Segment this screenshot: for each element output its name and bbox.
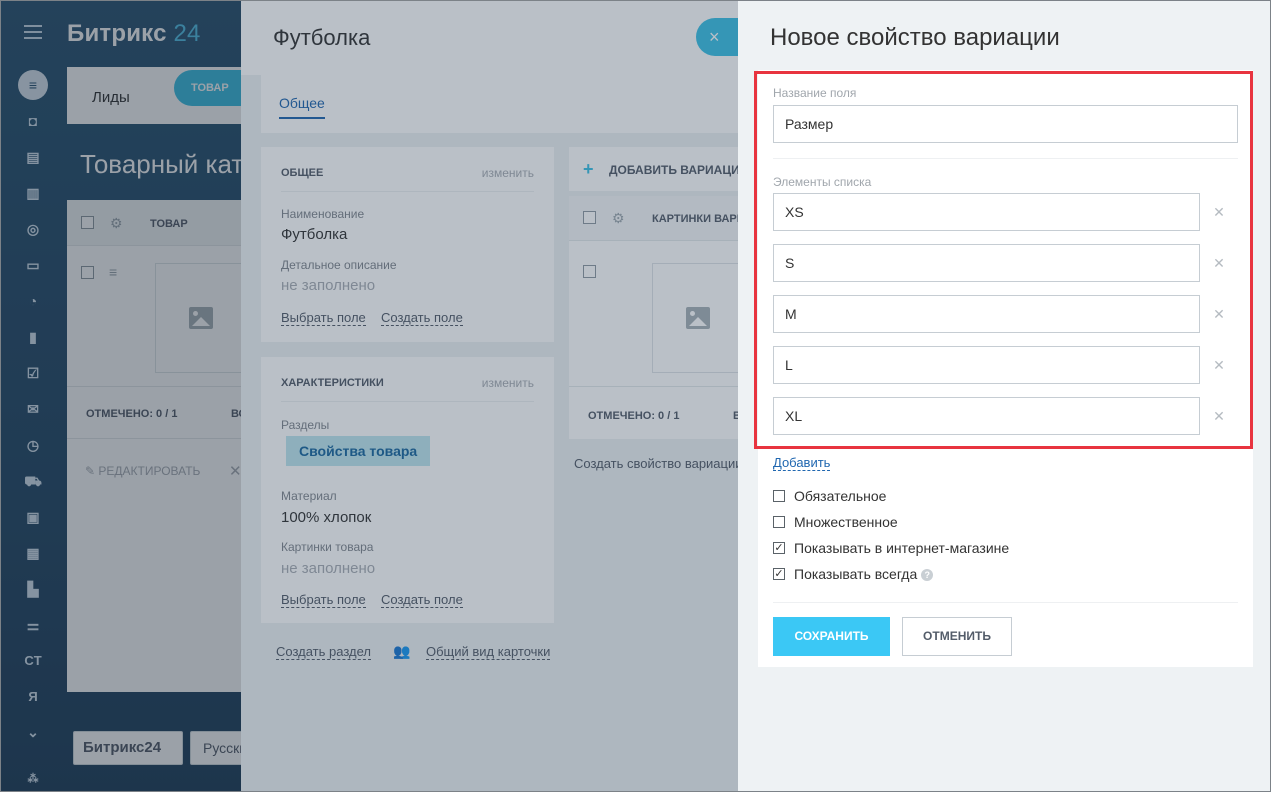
show-in-shop-checkbox[interactable]: ✓: [773, 542, 785, 554]
remove-item-icon[interactable]: ✕: [1212, 409, 1226, 423]
checkbox-label: Обязательное: [794, 488, 887, 504]
remove-item-icon[interactable]: ✕: [1212, 205, 1226, 219]
list-item-input-xs[interactable]: [773, 193, 1200, 231]
checkbox-label-wrap: Показывать всегда?: [794, 566, 934, 582]
multiple-checkbox[interactable]: [773, 516, 785, 528]
list-item-input-l[interactable]: [773, 346, 1200, 384]
list-item-input-m[interactable]: [773, 295, 1200, 333]
checkbox-label: Показывать в интернет-магазине: [794, 540, 1010, 556]
field-name-label: Название поля: [773, 86, 857, 100]
remove-item-icon[interactable]: ✕: [1212, 358, 1226, 372]
remove-item-icon[interactable]: ✕: [1212, 307, 1226, 321]
property-form: Название поля Элементы списка ✕ ✕ ✕ ✕ ✕ …: [758, 70, 1253, 667]
property-slider: Новое свойство вариации Название поля Эл…: [738, 0, 1271, 792]
list-items-label: Элементы списка: [773, 175, 872, 189]
property-title: Новое свойство вариации: [770, 24, 1060, 51]
help-icon[interactable]: ?: [921, 569, 934, 581]
add-item-link[interactable]: Добавить: [773, 455, 831, 471]
save-button[interactable]: СОХРАНИТЬ: [773, 617, 890, 656]
checkbox-label: Показывать всегда: [794, 566, 918, 582]
cancel-button[interactable]: ОТМЕНИТЬ: [902, 617, 1012, 656]
remove-item-icon[interactable]: ✕: [1212, 256, 1226, 270]
checkbox-label: Множественное: [794, 514, 898, 530]
field-name-input[interactable]: [773, 105, 1238, 143]
divider: [773, 158, 1238, 159]
list-item-input-s[interactable]: [773, 244, 1200, 282]
list-item-input-xl[interactable]: [773, 397, 1200, 435]
overlay: [0, 0, 738, 792]
show-always-checkbox[interactable]: ✓: [773, 568, 785, 580]
divider: [773, 602, 1238, 603]
required-checkbox[interactable]: [773, 490, 785, 502]
